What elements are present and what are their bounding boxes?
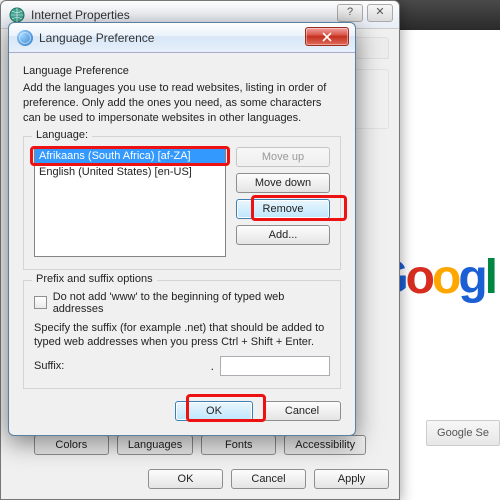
languages-button[interactable]: Languages bbox=[117, 435, 193, 455]
language-legend: Language: bbox=[32, 129, 92, 141]
google-search-button[interactable]: Google Se bbox=[426, 420, 500, 446]
www-checkbox-row[interactable]: Do not add 'www' to the beginning of typ… bbox=[34, 291, 330, 315]
add-button[interactable]: Add... bbox=[236, 225, 330, 245]
language-listbox[interactable]: Afrikaans (South Africa) [af-ZA] English… bbox=[34, 147, 226, 257]
suffix-description: Specify the suffix (for example .net) th… bbox=[34, 321, 330, 351]
list-item[interactable]: Afrikaans (South Africa) [af-ZA] bbox=[35, 148, 225, 164]
internet-options-icon bbox=[9, 7, 25, 23]
parent-bottom-buttons: Colors Languages Fonts Accessibility OK … bbox=[11, 427, 389, 489]
remove-button[interactable]: Remove bbox=[236, 199, 330, 219]
suffix-label: Suffix: bbox=[34, 360, 64, 372]
dialog-cancel-button[interactable]: Cancel bbox=[263, 401, 341, 421]
dialog-description: Add the languages you use to read websit… bbox=[23, 81, 341, 126]
parent-close-button[interactable]: ✕ bbox=[367, 4, 393, 22]
www-checkbox-label: Do not add 'www' to the beginning of typ… bbox=[53, 291, 330, 315]
move-up-button: Move up bbox=[236, 147, 330, 167]
move-down-button[interactable]: Move down bbox=[236, 173, 330, 193]
colors-button[interactable]: Colors bbox=[34, 435, 109, 455]
language-preference-dialog: Language Preference Language Preference … bbox=[8, 22, 356, 436]
accessibility-button[interactable]: Accessibility bbox=[284, 435, 366, 455]
language-fieldset: Language: Afrikaans (South Africa) [af-Z… bbox=[23, 136, 341, 270]
dialog-heading: Language Preference bbox=[23, 65, 341, 77]
close-icon bbox=[322, 32, 332, 42]
dialog-close-button[interactable] bbox=[305, 27, 349, 46]
help-button[interactable]: ? bbox=[337, 4, 363, 22]
globe-icon bbox=[17, 30, 33, 46]
parent-title: Internet Properties bbox=[31, 8, 130, 22]
dialog-titlebar: Language Preference bbox=[9, 23, 355, 53]
www-checkbox[interactable] bbox=[34, 296, 47, 309]
prefix-suffix-fieldset: Prefix and suffix options Do not add 'ww… bbox=[23, 280, 341, 390]
parent-cancel-button[interactable]: Cancel bbox=[231, 469, 306, 489]
dialog-title: Language Preference bbox=[39, 31, 154, 45]
list-item[interactable]: English (United States) [en-US] bbox=[35, 164, 225, 180]
prefix-legend: Prefix and suffix options bbox=[32, 273, 157, 285]
fonts-button[interactable]: Fonts bbox=[201, 435, 276, 455]
dialog-ok-button[interactable]: OK bbox=[175, 401, 253, 421]
parent-ok-button[interactable]: OK bbox=[148, 469, 223, 489]
suffix-dot: . bbox=[211, 359, 214, 373]
suffix-input[interactable] bbox=[220, 356, 330, 376]
parent-apply-button[interactable]: Apply bbox=[314, 469, 389, 489]
